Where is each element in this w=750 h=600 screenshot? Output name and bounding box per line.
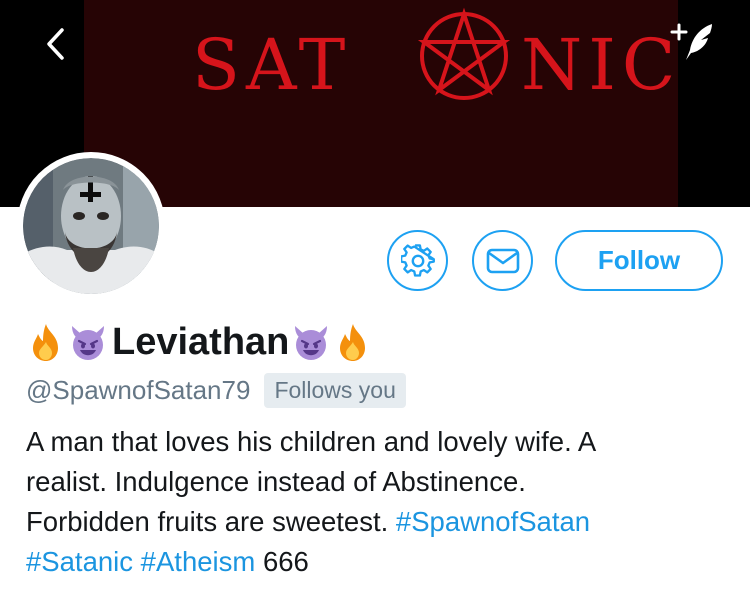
settings-button[interactable] <box>387 230 448 291</box>
bio-text: Forbidden fruits are sweetest. <box>26 506 389 537</box>
profile-avatar[interactable] <box>17 152 165 300</box>
follow-button[interactable]: Follow <box>555 230 723 291</box>
fire-icon <box>33 324 58 361</box>
back-button[interactable] <box>33 22 77 66</box>
envelope-icon <box>486 248 519 273</box>
banner-image: SAT NIC <box>84 0 678 207</box>
chevron-left-icon <box>47 28 64 60</box>
fire-icon <box>340 324 366 361</box>
bio-text: 666 <box>262 546 309 577</box>
smiling-devil-icon <box>72 326 104 360</box>
pentagram-icon <box>417 7 511 100</box>
bio-line: Forbidden fruits are sweetest. #SpawnofS… <box>26 502 726 542</box>
compose-tweet-button[interactable] <box>668 20 720 64</box>
bio-line: realist. Indulgence instead of Abstinenc… <box>26 466 526 497</box>
hashtag-link[interactable]: #Atheism <box>141 546 256 577</box>
banner-text-left: SAT <box>192 24 352 106</box>
user-handle: @SpawnofSatan79 <box>26 374 251 405</box>
hashtag-link[interactable]: #Satanic <box>26 546 133 577</box>
bio-line: A man that loves his children and lovely… <box>26 426 597 457</box>
bio-line: #Satanic #Atheism 666 <box>26 542 726 582</box>
profile-bio: A man that loves his children and lovely… <box>26 422 726 582</box>
hashtag-link[interactable]: #SpawnofSatan <box>396 506 590 537</box>
message-button[interactable] <box>472 230 533 291</box>
handle-row: @SpawnofSatan79 Follows you <box>26 372 406 408</box>
display-name: Leviathan <box>112 320 290 363</box>
gear-icon <box>400 243 435 277</box>
smiling-devil-icon <box>295 326 328 360</box>
compose-quill-icon <box>670 23 712 60</box>
display-name-row: Leviathan <box>26 318 375 366</box>
avatar-image <box>23 158 159 294</box>
follows-you-badge: Follows you <box>264 372 406 408</box>
banner-text-right: NIC <box>521 24 682 106</box>
